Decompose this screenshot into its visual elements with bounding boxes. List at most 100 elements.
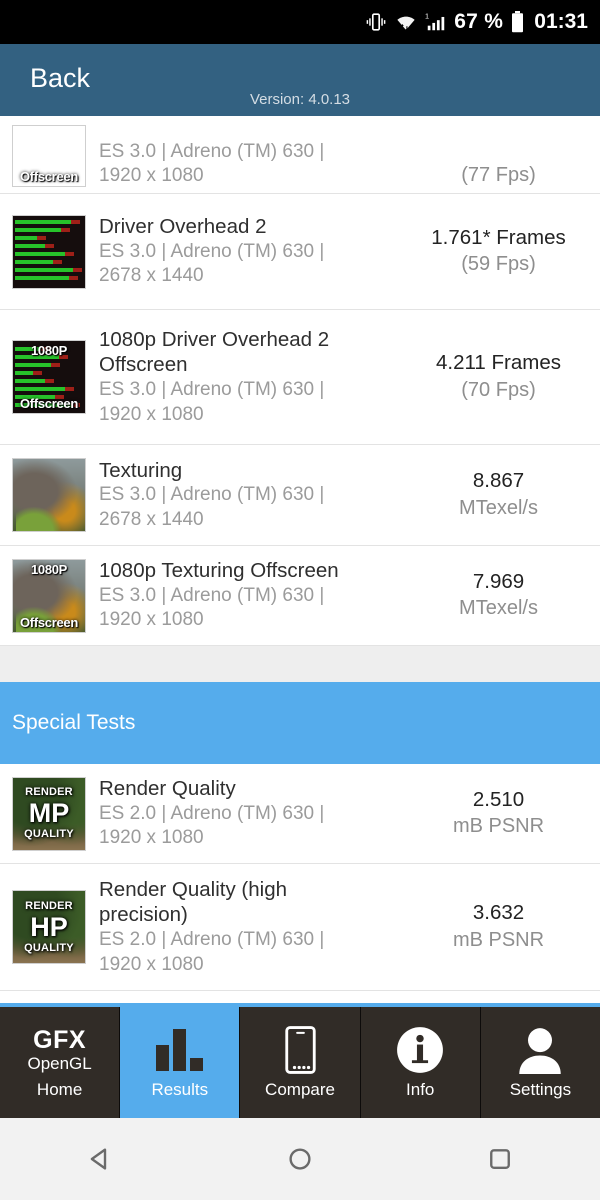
thumbnail-badge-bottom: Offscreen bbox=[20, 169, 78, 184]
status-bar: 1 67 % 01:31 bbox=[0, 0, 600, 44]
triangle-back-icon[interactable] bbox=[70, 1129, 130, 1189]
bottom-tab-bar: GFX OpenGL Home Results Compare Info Set… bbox=[0, 1003, 600, 1118]
svg-text:1: 1 bbox=[425, 11, 429, 20]
test-info: Render Quality (high precision) ES 2.0 |… bbox=[86, 877, 411, 978]
thumbnail-label-main: MP bbox=[28, 798, 70, 828]
test-score: 1.761* Frames (59 Fps) bbox=[411, 225, 586, 279]
test-score-main: 4.211 Frames bbox=[436, 351, 561, 375]
test-info: ES 3.0 | Adreno (TM) 630 | 1920 x 1080 bbox=[86, 140, 411, 189]
tab-home[interactable]: GFX OpenGL Home bbox=[0, 1007, 121, 1118]
test-score-sub: mB PSNR bbox=[452, 815, 545, 838]
test-title: Render Quality (high precision) bbox=[99, 877, 288, 927]
table-row[interactable]: RENDER MP QUALITY Render Quality ES 2.0 … bbox=[0, 764, 600, 864]
info-circle-icon bbox=[396, 1026, 444, 1074]
status-clock: 01:31 bbox=[534, 10, 588, 33]
thumbnail-label-top: RENDER bbox=[25, 786, 73, 798]
person-icon bbox=[517, 1026, 563, 1074]
app-screen: 1 67 % 01:31 Back Version: 4.0.13 Offscr… bbox=[0, 0, 600, 1200]
gfx-logo-line2: OpenGL bbox=[27, 1053, 92, 1073]
back-button[interactable]: Back bbox=[0, 64, 90, 92]
test-score-sub: mB PSNR bbox=[452, 928, 545, 951]
test-info: Render Quality ES 2.0 | Adreno (TM) 630 … bbox=[86, 776, 411, 851]
test-subtitle-line2: 1920 x 1080 bbox=[99, 953, 204, 975]
thumbnail-badge-bottom: Offscreen bbox=[20, 396, 78, 411]
table-row[interactable]: 1080P Offscreen 1080p Driver Overhead 2 … bbox=[0, 310, 600, 445]
section-gap bbox=[0, 646, 600, 682]
test-subtitle-line2: 1920 x 1080 bbox=[99, 165, 204, 187]
test-score-main: 3.632 bbox=[472, 901, 525, 925]
test-subtitle-line1: ES 3.0 | Adreno (TM) 630 | bbox=[99, 240, 325, 262]
test-title: Texturing bbox=[99, 458, 183, 482]
test-score-main: 1.761* Frames bbox=[431, 225, 566, 249]
table-row[interactable]: Texturing ES 3.0 | Adreno (TM) 630 | 267… bbox=[0, 445, 600, 546]
table-row[interactable]: Offscreen ES 3.0 | Adreno (TM) 630 | 192… bbox=[0, 116, 600, 194]
section-header-special-tests: Special Tests bbox=[0, 682, 600, 764]
test-score: 3.632 mB PSNR bbox=[411, 900, 586, 954]
circle-home-icon[interactable] bbox=[270, 1129, 330, 1189]
tab-settings[interactable]: Settings bbox=[481, 1007, 600, 1118]
test-info: 1080p Texturing Offscreen ES 3.0 | Adren… bbox=[86, 558, 411, 633]
test-score: 7.969 MTexel/s bbox=[411, 569, 586, 623]
section-title: Special Tests bbox=[12, 711, 136, 734]
test-subtitle-line1: ES 3.0 | Adreno (TM) 630 | bbox=[99, 584, 325, 606]
test-subtitle-line1: ES 3.0 | Adreno (TM) 630 | bbox=[99, 378, 325, 400]
tab-results[interactable]: Results bbox=[120, 1007, 241, 1118]
test-score-sub: (70 Fps) bbox=[461, 378, 536, 401]
test-score: (77 Fps) bbox=[411, 162, 586, 189]
table-row[interactable]: 1080P Offscreen 1080p Texturing Offscree… bbox=[0, 546, 600, 646]
gfx-logo-line1: GFX bbox=[33, 1025, 87, 1054]
thumbnail-label-top: RENDER bbox=[25, 899, 73, 912]
tab-label: Results bbox=[151, 1079, 209, 1099]
test-score: 2.510 mB PSNR bbox=[411, 787, 586, 841]
thumbnail-label-bottom: QUALITY bbox=[24, 941, 74, 954]
tab-label: Compare bbox=[265, 1079, 335, 1099]
test-score-sub: (77 Fps) bbox=[461, 164, 536, 186]
android-navigation-bar bbox=[0, 1118, 600, 1200]
test-title: Render Quality bbox=[99, 777, 236, 800]
test-title: 1080p Texturing Offscreen bbox=[99, 559, 339, 582]
battery-icon bbox=[510, 10, 525, 34]
test-score-sub: MTexel/s bbox=[459, 496, 538, 519]
test-subtitle-line2: 1920 x 1080 bbox=[99, 827, 204, 849]
test-score-sub: (59 Fps) bbox=[461, 253, 536, 276]
test-thumbnail bbox=[12, 458, 86, 532]
thumbnail-label-bottom: QUALITY bbox=[24, 828, 74, 840]
test-score: 8.867 MTexel/s bbox=[411, 468, 586, 522]
tab-label: Home bbox=[36, 1079, 83, 1099]
test-score-main: 2.510 bbox=[472, 787, 525, 811]
test-thumbnail: RENDER MP QUALITY bbox=[12, 776, 86, 851]
test-subtitle-line2: 1920 x 1080 bbox=[99, 609, 204, 631]
test-thumbnail: Offscreen bbox=[12, 125, 86, 187]
bar-chart-icon bbox=[156, 1026, 204, 1074]
table-row[interactable]: Driver Overhead 2 ES 3.0 | Adreno (TM) 6… bbox=[0, 194, 600, 310]
tab-compare[interactable]: Compare bbox=[240, 1007, 361, 1118]
test-thumbnail: RENDER HP QUALITY bbox=[12, 890, 86, 964]
wifi-icon bbox=[394, 11, 418, 33]
results-list[interactable]: Offscreen ES 3.0 | Adreno (TM) 630 | 192… bbox=[0, 116, 600, 1003]
table-row[interactable]: RENDER HP QUALITY Render Quality (high p… bbox=[0, 864, 600, 991]
test-score-main: 8.867 bbox=[472, 469, 525, 493]
test-thumbnail: 1080P Offscreen bbox=[12, 340, 86, 414]
test-thumbnail bbox=[12, 214, 86, 289]
test-info: Texturing ES 3.0 | Adreno (TM) 630 | 267… bbox=[86, 458, 411, 533]
app-header: Back Version: 4.0.13 bbox=[0, 44, 600, 116]
test-subtitle-line2: 2678 x 1440 bbox=[99, 265, 204, 287]
tab-label: Settings bbox=[509, 1079, 572, 1099]
test-subtitle-line2: 2678 x 1440 bbox=[99, 508, 204, 530]
test-info: 1080p Driver Overhead 2 Offscreen ES 3.0… bbox=[86, 327, 411, 428]
thumbnail-badge-top: 1080P bbox=[30, 343, 68, 358]
smartphone-icon bbox=[284, 1025, 317, 1074]
thumbnail-badge-top: 1080P bbox=[30, 561, 68, 577]
version-label: Version: 4.0.13 bbox=[249, 91, 351, 108]
battery-percent-label: 67 % bbox=[454, 10, 504, 33]
test-score-main: 7.969 bbox=[472, 569, 525, 593]
test-subtitle-line1: ES 2.0 | Adreno (TM) 630 | bbox=[99, 928, 325, 950]
square-recents-icon[interactable] bbox=[470, 1129, 530, 1189]
test-subtitle-line2: 1920 x 1080 bbox=[99, 403, 204, 425]
test-thumbnail: 1080P Offscreen bbox=[12, 558, 86, 633]
thumbnail-label-main: HP bbox=[30, 911, 68, 942]
test-subtitle-line1: ES 3.0 | Adreno (TM) 630 | bbox=[99, 140, 325, 162]
test-title: Driver Overhead 2 bbox=[99, 215, 267, 238]
tab-info[interactable]: Info bbox=[361, 1007, 481, 1118]
test-info: Driver Overhead 2 ES 3.0 | Adreno (TM) 6… bbox=[86, 214, 411, 289]
